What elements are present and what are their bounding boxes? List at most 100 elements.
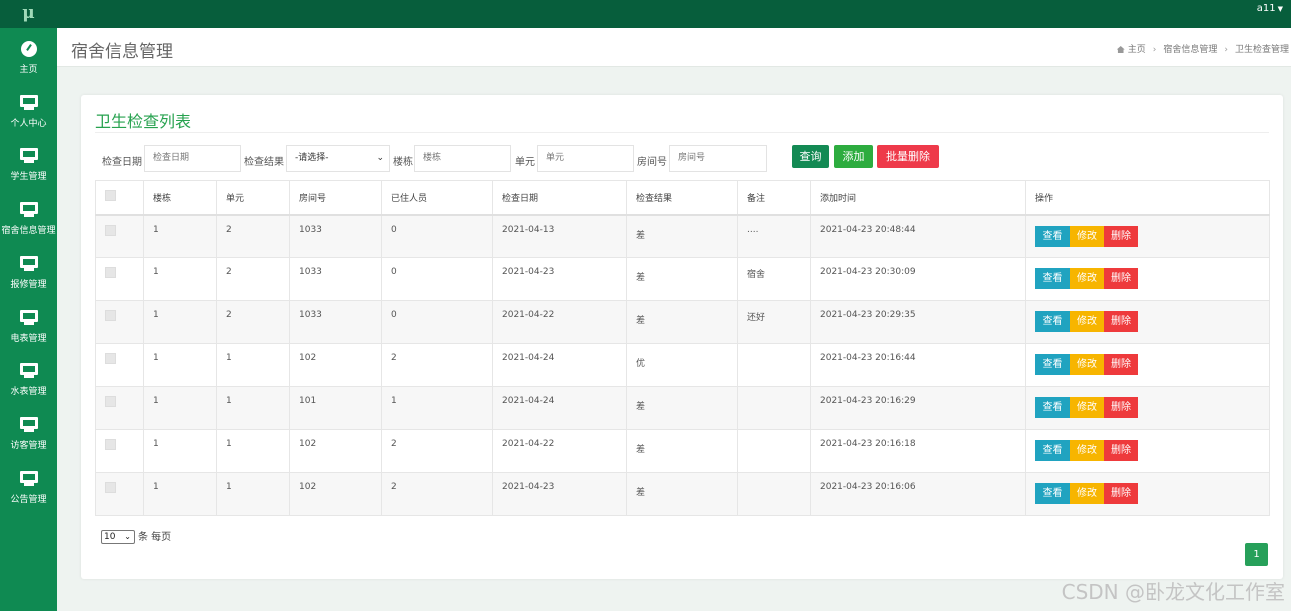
page-size-select[interactable]: 10 ⌄ <box>101 530 135 544</box>
cell-room: 102 <box>289 472 382 516</box>
search-button[interactable]: 查询 <box>792 145 829 168</box>
building-input[interactable]: 楼栋 <box>414 145 511 172</box>
edit-button[interactable]: 修改 <box>1070 483 1104 504</box>
delete-button[interactable]: 删除 <box>1104 440 1138 461</box>
delete-button[interactable]: 删除 <box>1104 311 1138 332</box>
delete-button[interactable]: 删除 <box>1104 225 1138 247</box>
sidebar-item-label: 公告管理 <box>10 494 47 505</box>
row-checkbox[interactable] <box>105 396 116 407</box>
caret-down-icon: ▼ <box>1277 5 1283 13</box>
row-checkbox[interactable] <box>105 224 116 236</box>
cell-unit: 2 <box>216 214 290 258</box>
sidebar-item-7[interactable]: 访客管理 <box>0 408 57 458</box>
cell-remark <box>737 472 811 516</box>
cell-remark <box>737 343 811 387</box>
room-label: 房间号 <box>637 157 667 168</box>
sidebar-item-1[interactable]: 个人中心 <box>0 86 57 136</box>
add-button[interactable]: 添加 <box>834 145 873 168</box>
cell-added-time: 2021-04-23 20:30:09 <box>810 257 1026 301</box>
sidebar-item-2[interactable]: 学生管理 <box>0 139 57 189</box>
monitor-icon <box>19 147 39 165</box>
col-check-date[interactable]: 检查日期 <box>492 180 627 215</box>
sidebar-item-label: 学生管理 <box>10 172 47 183</box>
cell-check-date: 2021-04-22 <box>492 429 627 473</box>
monitor-icon <box>19 201 39 219</box>
delete-button[interactable]: 删除 <box>1104 483 1138 504</box>
result-select[interactable]: -请选择- ⌄ <box>286 145 390 172</box>
view-button[interactable]: 查看 <box>1035 268 1070 289</box>
cell-added-time: 2021-04-23 20:16:06 <box>810 472 1026 516</box>
room-input[interactable]: 房间号 <box>669 145 767 172</box>
batch-delete-button[interactable]: 批量删除 <box>877 145 939 168</box>
edit-button[interactable]: 修改 <box>1070 268 1104 289</box>
cell-check-result: 差 <box>626 257 738 301</box>
home-icon <box>1116 46 1125 53</box>
cell-added-time: 2021-04-23 20:29:35 <box>810 300 1026 344</box>
unit-input[interactable]: 单元 <box>537 145 634 172</box>
breadcrumb-home[interactable]: 主页 <box>1128 45 1146 55</box>
select-cell <box>95 300 144 344</box>
user-name: a11 <box>1256 3 1276 14</box>
view-button[interactable]: 查看 <box>1035 483 1070 504</box>
col-remark[interactable]: 备注 <box>737 180 811 215</box>
col-room[interactable]: 房间号 <box>289 180 382 215</box>
col-added-time[interactable]: 添加时间 <box>810 180 1026 215</box>
actions-cell: 查看 修改 删除 <box>1025 300 1270 344</box>
cell-occupants: 0 <box>381 257 493 301</box>
edit-button[interactable]: 修改 <box>1070 440 1104 461</box>
sidebar-item-3[interactable]: 宿舍信息管理 <box>0 193 57 243</box>
actions-cell: 查看 修改 删除 <box>1025 214 1270 258</box>
delete-button[interactable]: 删除 <box>1104 397 1138 418</box>
edit-button[interactable]: 修改 <box>1070 354 1104 375</box>
cell-remark: 还好 <box>737 300 811 344</box>
sidebar-item-label: 报修管理 <box>10 279 47 290</box>
page-size-value: 10 <box>104 532 116 542</box>
monitor-icon <box>19 255 39 273</box>
card-title: 卫生检查列表 <box>95 112 192 131</box>
view-button[interactable]: 查看 <box>1035 354 1070 375</box>
sidebar-item-0[interactable]: 主页 <box>0 32 57 82</box>
sidebar-item-5[interactable]: 电表管理 <box>0 301 57 351</box>
col-unit[interactable]: 单元 <box>216 180 290 215</box>
date-label: 检查日期 <box>102 157 142 168</box>
user-menu[interactable]: a11 ▼ <box>1257 0 1283 20</box>
monitor-icon <box>19 470 39 488</box>
sidebar-item-4[interactable]: 报修管理 <box>0 247 57 297</box>
select-all-checkbox[interactable] <box>105 190 116 202</box>
sidebar-item-8[interactable]: 公告管理 <box>0 462 57 512</box>
table-row: 1 2 1033 0 2021-04-22 差还好 2021-04-23 20:29:35 查… <box>95 300 1270 344</box>
cell-remark <box>737 386 811 430</box>
view-button[interactable]: 查看 <box>1035 397 1070 418</box>
row-checkbox[interactable] <box>105 267 116 278</box>
cell-check-date: 2021-04-13 <box>492 214 627 258</box>
sidebar-item-6[interactable]: 水表管理 <box>0 354 57 404</box>
cell-occupants: 2 <box>381 343 493 387</box>
breadcrumb-section[interactable]: 宿舍信息管理 <box>1163 45 1217 55</box>
page-button-current[interactable]: 1 <box>1245 543 1268 566</box>
row-checkbox[interactable] <box>105 353 116 364</box>
row-checkbox[interactable] <box>105 310 116 321</box>
row-checkbox[interactable] <box>105 439 116 450</box>
edit-button[interactable]: 修改 <box>1070 397 1104 418</box>
date-input[interactable]: 检查日期 <box>144 145 241 172</box>
cell-building: 1 <box>143 300 217 344</box>
table-row: 1 1 101 1 2021-04-24 差 2021-04-23 20:16:29 查看 修改… <box>95 386 1270 430</box>
delete-button[interactable]: 删除 <box>1104 268 1138 289</box>
cell-building: 1 <box>143 472 217 516</box>
cell-building: 1 <box>143 343 217 387</box>
watermark: CSDN @卧龙文化工作室 <box>1061 580 1285 604</box>
select-cell <box>95 472 144 516</box>
edit-button[interactable]: 修改 <box>1070 311 1104 332</box>
edit-button[interactable]: 修改 <box>1070 225 1104 247</box>
cell-unit: 1 <box>216 429 290 473</box>
delete-button[interactable]: 删除 <box>1104 354 1138 375</box>
row-checkbox[interactable] <box>105 482 116 493</box>
view-button[interactable]: 查看 <box>1035 440 1070 461</box>
app-logo[interactable]: μ <box>0 0 57 28</box>
view-button[interactable]: 查看 <box>1035 311 1070 332</box>
col-occupants[interactable]: 已住人员 <box>381 180 493 215</box>
cell-occupants: 2 <box>381 429 493 473</box>
col-building[interactable]: 楼栋 <box>143 180 217 215</box>
view-button[interactable]: 查看 <box>1035 225 1070 247</box>
col-check-result[interactable]: 检查结果 <box>626 180 738 215</box>
